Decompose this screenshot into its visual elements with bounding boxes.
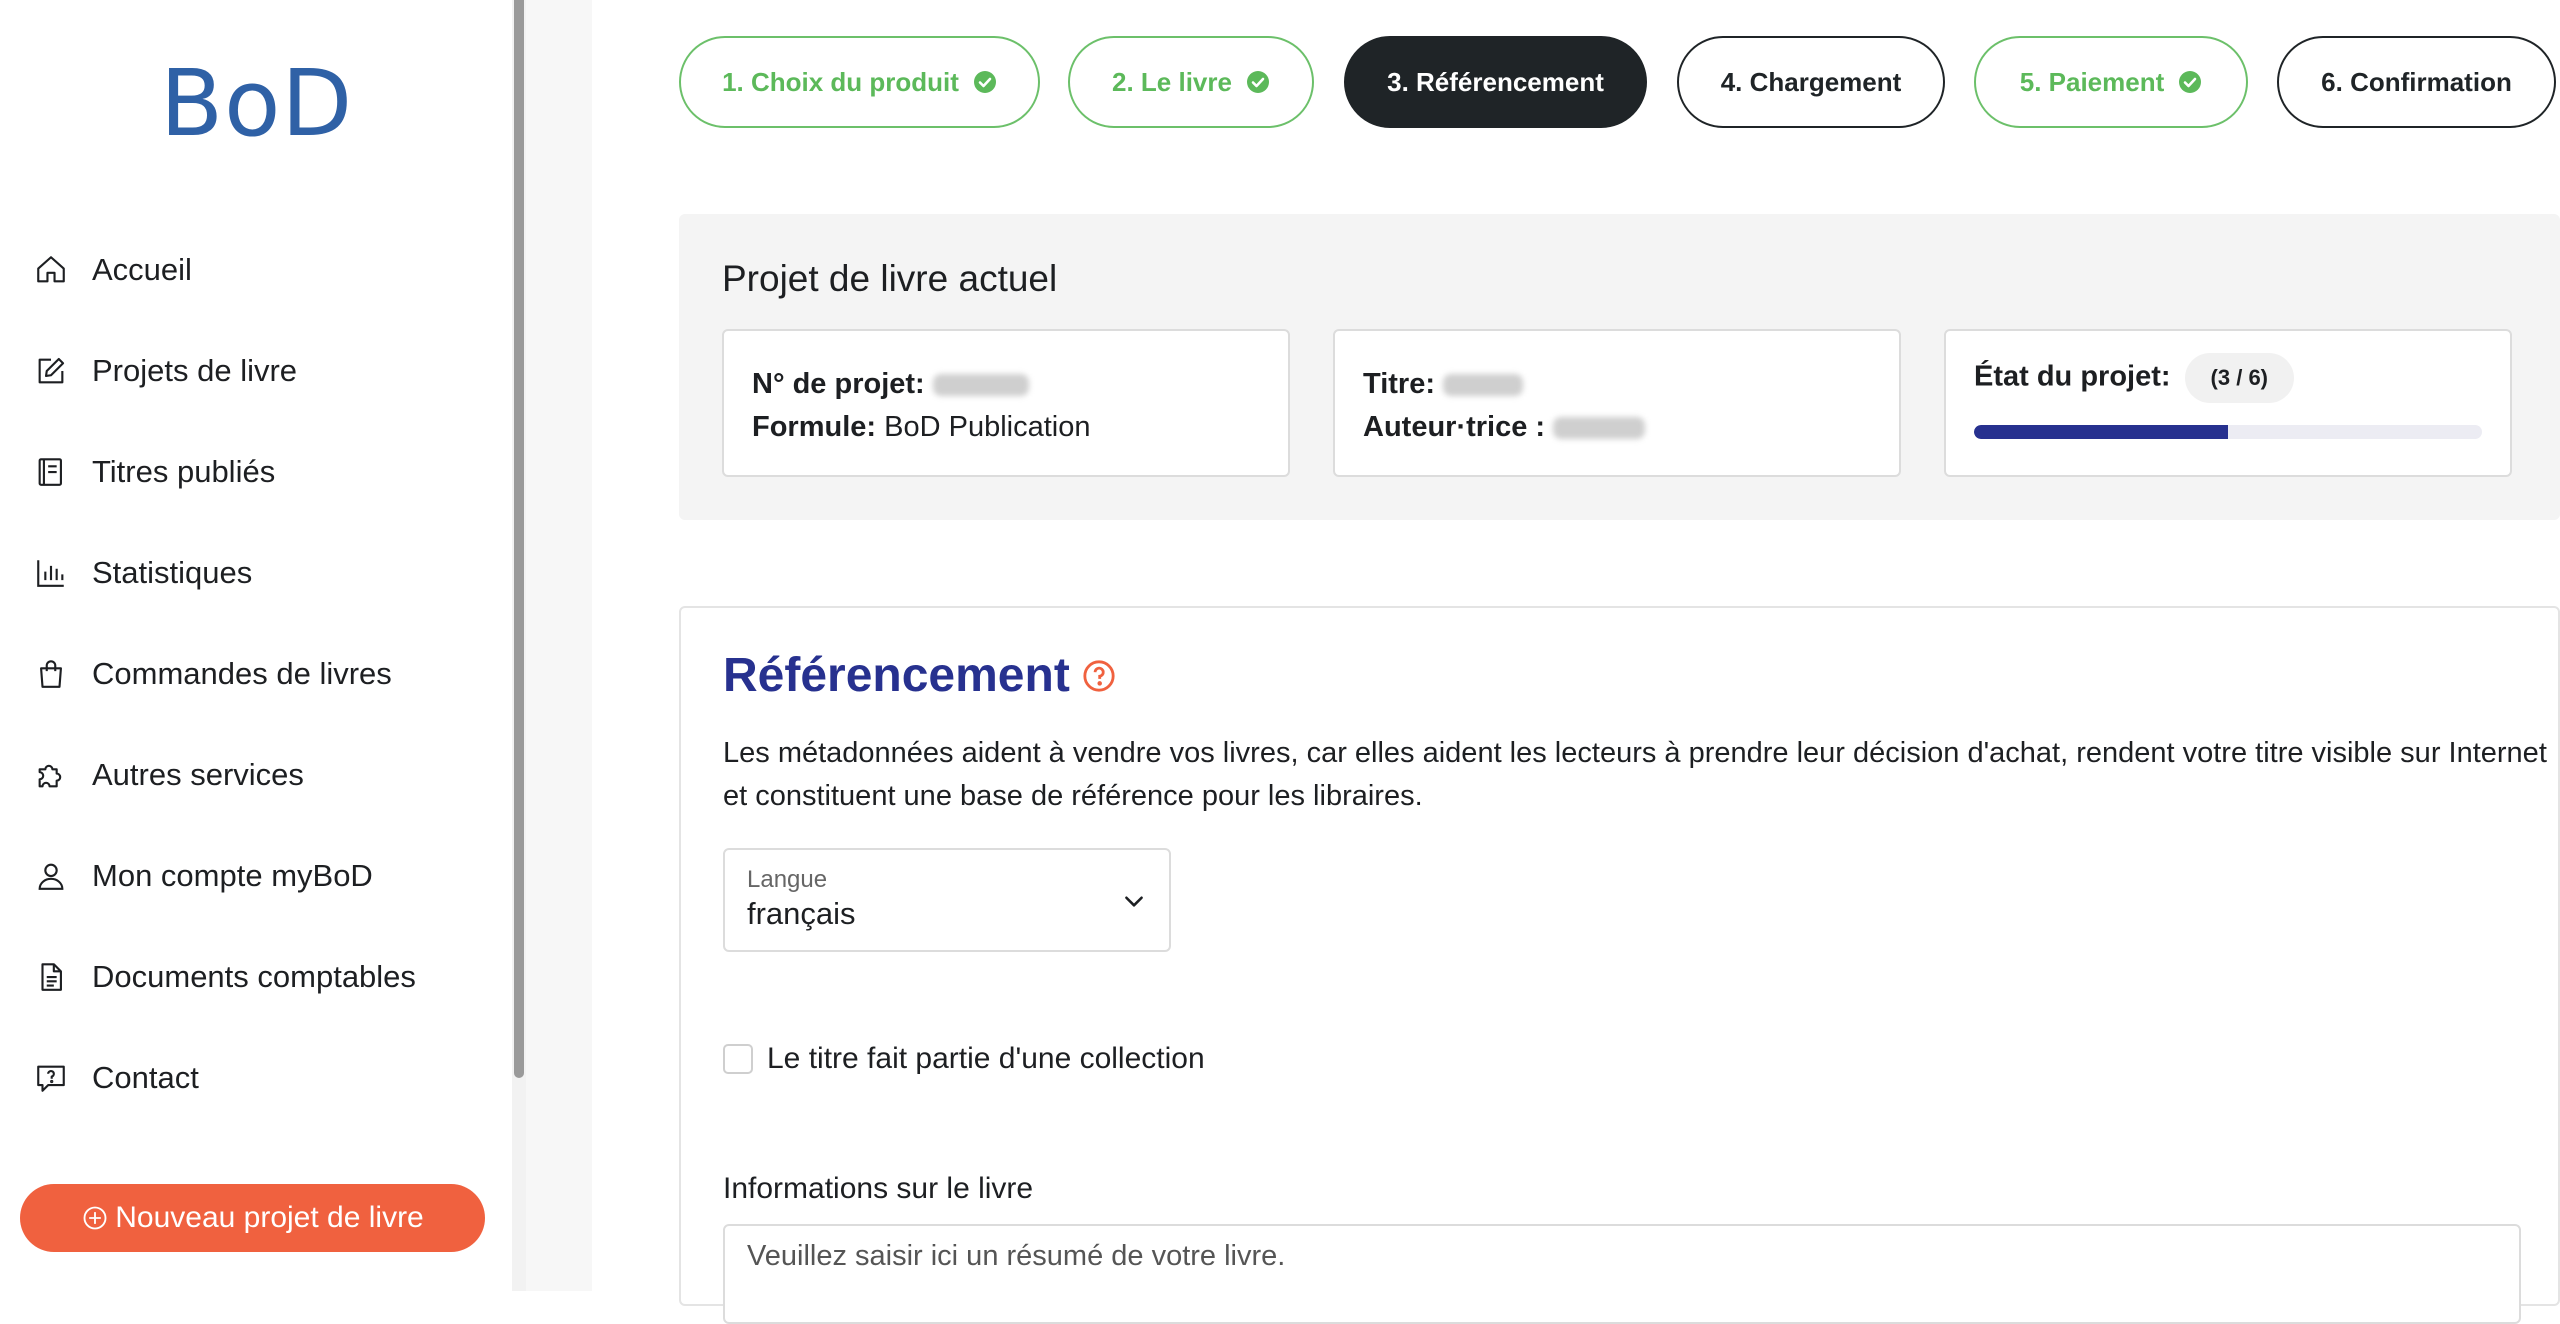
book-icon [38,458,62,486]
sidebar-item-label: Contact [92,1060,199,1095]
user-icon [38,863,64,890]
step-label: 5. Paiement [2019,66,2165,97]
sidebar-item-accueil[interactable]: Accueil [34,242,494,298]
sidebar-item-label: Projets de livre [92,353,298,388]
step-confirmation[interactable]: 6. Confirmation [2277,36,2556,128]
step-label: 3. Référencement [1387,66,1604,97]
home-icon [37,256,65,283]
step-label: 1. Choix du produit [722,66,959,97]
help-chat-icon [37,1065,65,1092]
project-state-card: État du projet: (3 / 6) [1944,329,2512,477]
content-gutter [526,0,592,1291]
bar-chart-icon [37,560,64,587]
sidebar-item-label: Statistiques [92,555,253,590]
section-title: Référencement [723,648,1116,703]
check-circle-icon [973,71,996,93]
sidebar-scrollbar[interactable] [512,0,526,1291]
sidebar-item-commandes[interactable]: Commandes de livres [34,646,494,702]
sidebar-item-label: Autres services [92,757,304,792]
step-paiement[interactable]: 5. Paiement [1974,36,2248,128]
step-le-livre[interactable]: 2. Le livre [1068,36,1314,128]
sidebar-item-label: Titres publiés [92,454,276,489]
sidebar-item-label: Documents comptables [92,959,416,994]
new-book-project-button[interactable]: Nouveau projet de livre [20,1184,485,1252]
book-summary-input[interactable] [723,1224,2521,1324]
redacted-title [1442,374,1523,397]
project-progress-bar [1974,425,2482,439]
redacted-author [1553,417,1646,440]
sidebar-item-label: Mon compte myBoD [92,858,373,893]
sidebar-item-contact[interactable]: Contact [34,1050,494,1106]
project-number-label: N° de projet: [752,368,925,400]
state-label: État du projet: [1974,360,2171,393]
sidebar-item-projets[interactable]: Projets de livre [34,343,494,399]
referencing-section: Référencement Les métadonnées aident à v… [679,606,2560,1324]
step-choix-produit[interactable]: 1. Choix du produit [679,36,1040,128]
language-select[interactable]: Langue français [723,848,1171,952]
check-circle-icon [1246,71,1269,93]
language-label: Langue [747,866,828,893]
step-label: 2. Le livre [1112,66,1232,97]
plus-circle-icon [83,1206,107,1230]
document-icon [41,963,62,991]
sidebar-item-titres[interactable]: Titres publiés [34,444,494,500]
formula-value: BoD Publication [884,411,1091,443]
sidebar: BoD Accueil Projets de livre Titres publ… [0,0,512,1291]
book-info-label: Informations sur le livre [723,1172,1034,1205]
state-badge: (3 / 6) [2184,353,2295,403]
check-circle-icon [2179,71,2202,93]
title-label: Titre: [1363,368,1435,400]
author-label: Auteur·trice : [1363,411,1546,443]
panel-title: Projet de livre actuel [722,258,1058,299]
bod-logo[interactable]: BoD [160,58,353,150]
collection-checkbox[interactable] [723,1044,753,1074]
redacted-project-number [932,374,1029,397]
scrollbar-thumb[interactable] [514,0,524,1078]
shopping-bag-icon [40,660,62,688]
project-number-card: N° de projet: Formule: BoD Publication [722,329,1290,477]
sidebar-item-compte[interactable]: Mon compte myBoD [34,848,494,904]
chevron-down-icon [1125,896,1143,907]
sidebar-item-label: Accueil [92,252,192,287]
collection-label: Le titre fait partie d'une collection [767,1042,1205,1075]
current-project-panel: Projet de livre actuel N° de projet: For… [679,214,2560,520]
language-value: français [747,896,856,931]
edit-icon [38,357,65,384]
sidebar-item-label: Commandes de livres [92,656,392,691]
step-label: 4. Chargement [1720,66,1902,97]
new-project-label: Nouveau projet de livre [115,1201,424,1234]
sidebar-item-statistiques[interactable]: Statistiques [34,545,494,601]
project-progress-fill [1974,425,2228,439]
collection-option[interactable]: Le titre fait partie d'une collection [723,1042,1205,1076]
formula-label: Formule: [752,411,877,443]
step-referencement[interactable]: 3. Référencement [1344,36,1647,128]
section-title-text: Référencement [723,649,1070,702]
puzzle-icon [38,764,62,788]
project-title-card: Titre: Auteur·trice : [1333,329,1901,477]
question-circle-icon[interactable] [1082,659,1116,693]
sidebar-item-services[interactable]: Autres services [34,747,494,803]
step-label: 6. Confirmation [2321,66,2512,97]
section-description: Les métadonnées aident à vendre vos livr… [723,737,2547,812]
sidebar-item-documents[interactable]: Documents comptables [34,949,494,1005]
step-chargement[interactable]: 4. Chargement [1677,36,1945,128]
